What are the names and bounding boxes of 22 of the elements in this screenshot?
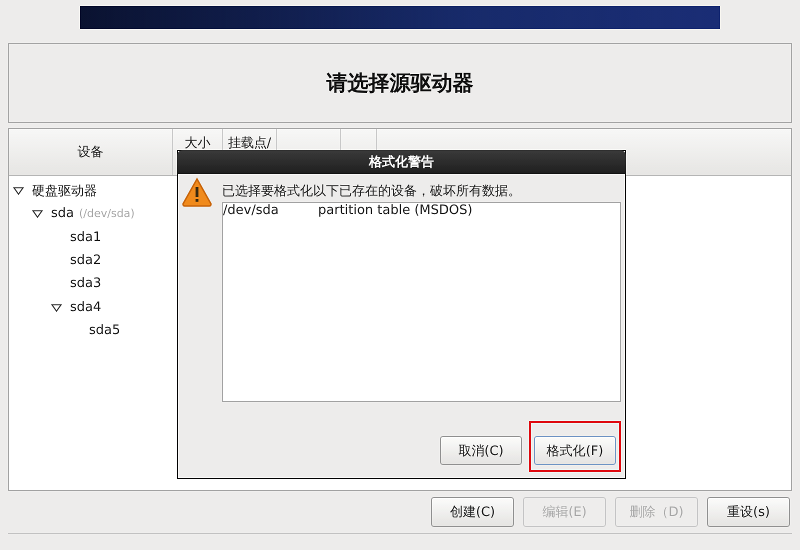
expanded-arrow-icon[interactable] (51, 302, 62, 313)
tree-item[interactable]: sda3 (70, 276, 102, 292)
expanded-arrow-icon[interactable] (13, 185, 24, 196)
tree-item[interactable]: sda5 (89, 322, 120, 338)
tree-item[interactable]: sda2 (70, 253, 102, 268)
expanded-arrow-icon[interactable] (32, 208, 43, 220)
action-button[interactable]: 重设(s) (707, 497, 790, 527)
warning-message: 已选择要格式化以下已存在的设备，破坏所有数据。 (222, 183, 522, 201)
dialog-button[interactable]: 取消(C) (440, 436, 522, 465)
tree-item[interactable]: 硬盘驱动器 (32, 182, 97, 200)
list-cell: partition table (MSDOS) (318, 203, 472, 218)
page-title: 请选择源驱动器 (326, 70, 474, 97)
dialog-button[interactable]: 格式化(F) (534, 436, 616, 465)
tree-item[interactable]: sda (51, 206, 74, 222)
tree-item[interactable]: sda1 (70, 230, 102, 245)
list-cell-text: /dev/sda (223, 203, 280, 218)
device-path: (/dev/sda) (79, 207, 135, 220)
column-header[interactable]: 设备 (9, 129, 173, 175)
tree-item[interactable]: sda4 (70, 300, 102, 315)
action-button[interactable]: 创建(C) (431, 497, 514, 527)
dialog-title: 格式化警告 (369, 154, 434, 171)
warning-icon (182, 177, 212, 207)
